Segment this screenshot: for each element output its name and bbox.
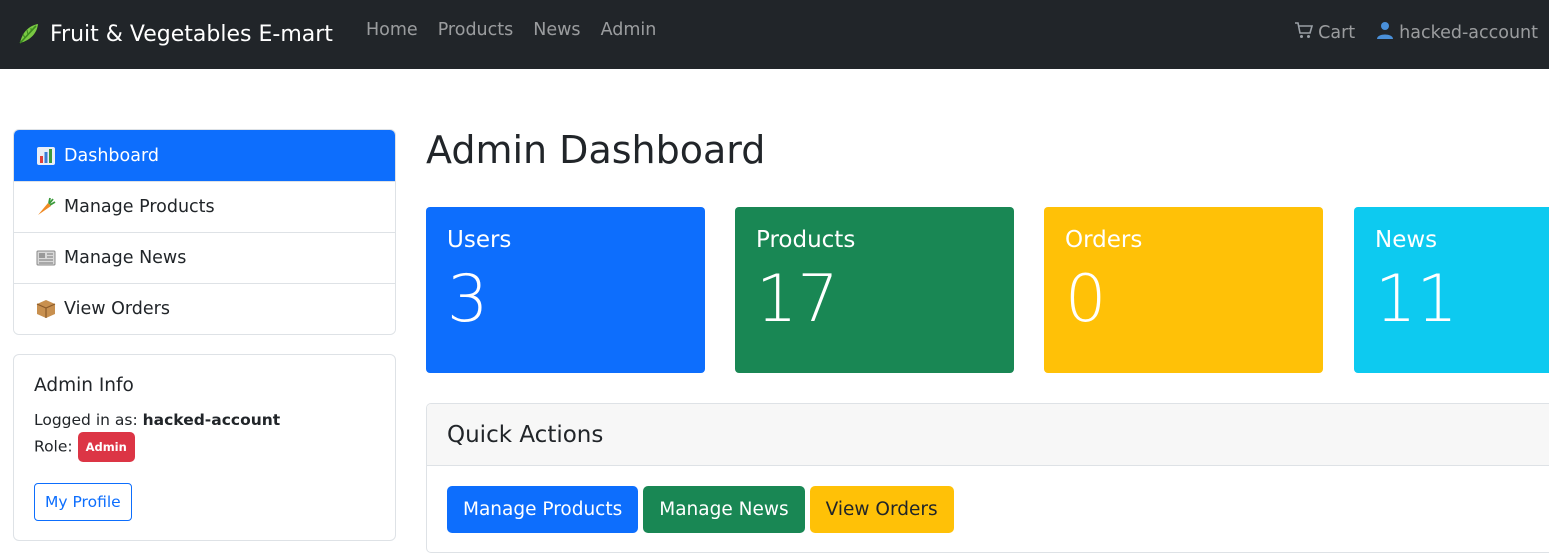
stat-card-news: News 11 xyxy=(1354,207,1549,373)
cart-icon xyxy=(1294,20,1314,45)
stat-card-orders: Orders 0 xyxy=(1044,207,1323,373)
user-icon xyxy=(1375,20,1395,45)
bar-chart-icon xyxy=(35,145,57,167)
sidebar-menu: Dashboard Manage Products Manage News Vi… xyxy=(13,129,396,335)
manage-news-button[interactable]: Manage News xyxy=(643,486,805,533)
brand[interactable]: Fruit & Vegetables E-mart xyxy=(16,18,333,50)
sidebar-item-manage-news[interactable]: Manage News xyxy=(14,232,395,283)
sidebar-item-label: Manage News xyxy=(64,248,187,268)
stat-label: Orders xyxy=(1065,227,1143,253)
stat-value: 17 xyxy=(756,262,839,337)
quick-actions-body: Manage Products Manage News View Orders xyxy=(427,466,1549,533)
user-link[interactable]: hacked-account xyxy=(1375,20,1538,45)
stat-value: 11 xyxy=(1375,262,1458,337)
stat-card-products: Products 17 xyxy=(735,207,1014,373)
lettuce-icon xyxy=(16,21,42,47)
view-orders-button[interactable]: View Orders xyxy=(809,486,954,533)
sidebar-item-dashboard[interactable]: Dashboard xyxy=(14,130,395,181)
page-title: Admin Dashboard xyxy=(426,128,766,172)
sidebar-item-label: View Orders xyxy=(64,299,170,319)
carrot-icon xyxy=(35,196,57,218)
nav-right: Cart hacked-account xyxy=(1294,20,1538,45)
brand-name: Fruit & Vegetables E-mart xyxy=(50,21,333,47)
role-label: Role: xyxy=(34,437,73,456)
role-line: Role: Admin xyxy=(34,432,375,462)
logged-in-label: Logged in as: xyxy=(34,411,138,429)
my-profile-button[interactable]: My Profile xyxy=(34,483,132,521)
admin-info-title: Admin Info xyxy=(34,375,134,396)
nav-news[interactable]: News xyxy=(533,20,580,40)
role-badge: Admin xyxy=(77,432,135,462)
nav-admin[interactable]: Admin xyxy=(601,20,657,40)
logged-in-username: hacked-account xyxy=(142,411,281,429)
nav-products[interactable]: Products xyxy=(438,20,514,40)
stat-card-users: Users 3 xyxy=(426,207,705,373)
nav-home[interactable]: Home xyxy=(366,20,418,40)
sidebar-item-label: Dashboard xyxy=(64,145,159,166)
package-icon xyxy=(35,298,57,320)
manage-products-button[interactable]: Manage Products xyxy=(447,486,639,533)
quick-actions-card: Quick Actions Manage Products Manage New… xyxy=(426,403,1549,553)
stat-label: News xyxy=(1375,227,1438,253)
admin-info-card: Admin Info Logged in as: hacked-account … xyxy=(13,354,396,541)
newspaper-icon xyxy=(35,247,57,269)
user-label: hacked-account xyxy=(1399,22,1538,43)
stat-label: Users xyxy=(447,227,512,253)
sidebar-item-manage-products[interactable]: Manage Products xyxy=(14,181,395,232)
nav-links: Home Products News Admin xyxy=(366,20,656,40)
logged-in-line: Logged in as: hacked-account xyxy=(34,408,375,432)
top-navbar: Fruit & Vegetables E-mart Home Products … xyxy=(0,0,1549,69)
cart-label: Cart xyxy=(1318,22,1356,43)
stat-label: Products xyxy=(756,227,856,253)
cart-link[interactable]: Cart xyxy=(1294,20,1355,45)
stat-value: 3 xyxy=(447,262,489,337)
quick-actions-title: Quick Actions xyxy=(427,404,1549,466)
sidebar-item-view-orders[interactable]: View Orders xyxy=(14,283,395,334)
sidebar-item-label: Manage Products xyxy=(64,197,215,217)
stat-value: 0 xyxy=(1065,262,1107,337)
